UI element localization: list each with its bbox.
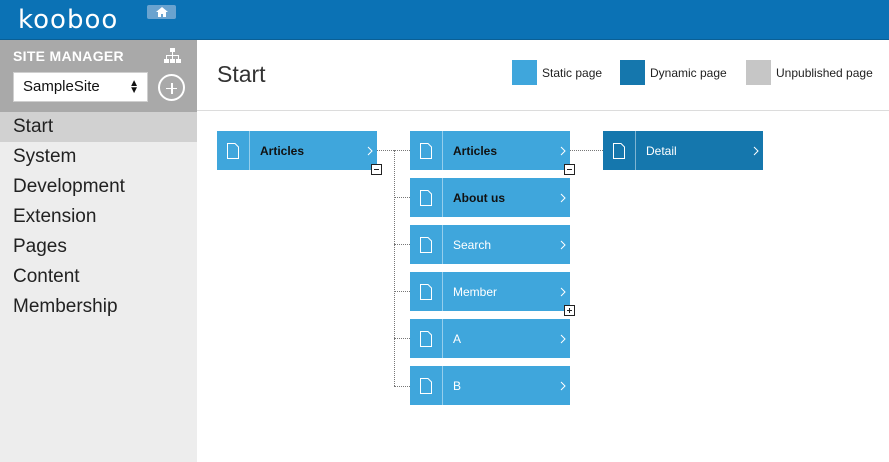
legend-dynamic-swatch [620,60,645,85]
site-manager-title: SITE MANAGER [13,48,124,64]
nav-item-system[interactable]: System [0,142,197,172]
legend-dynamic-label: Dynamic page [650,66,727,80]
page-node-label: Detail [646,143,677,158]
site-select[interactable]: SampleSite ▲ ▼ [13,72,148,102]
chevron-right-icon [560,146,566,155]
nav-item-start[interactable]: Start [0,112,197,142]
main-header: Start Static page Dynamic page Unpublish… [197,40,889,111]
page-node-articles[interactable]: Articles [217,131,377,170]
page-node-search[interactable]: Search [410,225,570,264]
page-node-member[interactable]: Member [410,272,570,311]
tree-connector [394,338,410,339]
page-icon [227,142,239,159]
legend-static-swatch [512,60,537,85]
nav-item-content[interactable]: Content [0,262,197,292]
nav-item-membership[interactable]: Membership [0,292,197,322]
collapse-toggle[interactable] [564,164,575,175]
chevron-right-icon [560,287,566,296]
page-node-label: Search [453,237,492,252]
chevron-right-icon [560,334,566,343]
chevron-right-icon [560,381,566,390]
nav-item-pages[interactable]: Pages [0,232,197,262]
page-icon [420,283,432,300]
top-bar: kooboo [0,0,889,40]
page-node-about-us[interactable]: About us [410,178,570,217]
sidebar: SITE MANAGER SampleSite ▲ ▼ Start System … [0,40,197,462]
expand-toggle[interactable] [564,305,575,316]
sidebar-nav: Start System Development Extension Pages… [0,112,197,322]
tree-connector [394,244,410,245]
chevron-right-icon [753,146,759,155]
kooboo-logo: kooboo [18,5,119,35]
home-icon [155,7,168,17]
page-node-label: A [453,331,462,346]
tree-connector [394,386,410,387]
chevron-right-icon [560,240,566,249]
page-node-label: Member [453,284,498,299]
legend-static-label: Static page [542,66,603,80]
nav-item-extension[interactable]: Extension [0,202,197,232]
sitemap-icon[interactable] [164,48,181,65]
page-icon [420,236,432,253]
page-icon [613,142,625,159]
legend-unpublished-label: Unpublished page [776,66,873,80]
legend-unpublished-swatch [746,60,771,85]
tree-connector [394,197,410,198]
page-node-a[interactable]: A [410,319,570,358]
site-select-value: SampleSite [23,78,100,95]
page-node-label: Articles [453,143,498,158]
nav-item-development[interactable]: Development [0,172,197,202]
collapse-toggle[interactable] [371,164,382,175]
site-manager-header: SITE MANAGER SampleSite ▲ ▼ [0,40,197,112]
select-caret-icon: ▲ ▼ [129,78,139,96]
page-node-detail[interactable]: Detail [603,131,763,170]
page-node-articles-child[interactable]: Articles [410,131,570,170]
page-icon [420,330,432,347]
add-site-button[interactable] [158,74,185,101]
page-icon [420,377,432,394]
page-node-label: About us [453,190,505,205]
page-node-label: B [453,378,462,393]
tree-connector [394,150,395,386]
page-node-label: Articles [260,143,305,158]
page-icon [420,189,432,206]
page-node-b[interactable]: B [410,366,570,405]
tree-connector [570,150,603,151]
page-icon [420,142,432,159]
chevron-right-icon [560,193,566,202]
tree-connector [394,291,410,292]
chevron-right-icon [367,146,373,155]
page-title: Start [217,61,266,87]
home-button[interactable] [147,5,176,19]
